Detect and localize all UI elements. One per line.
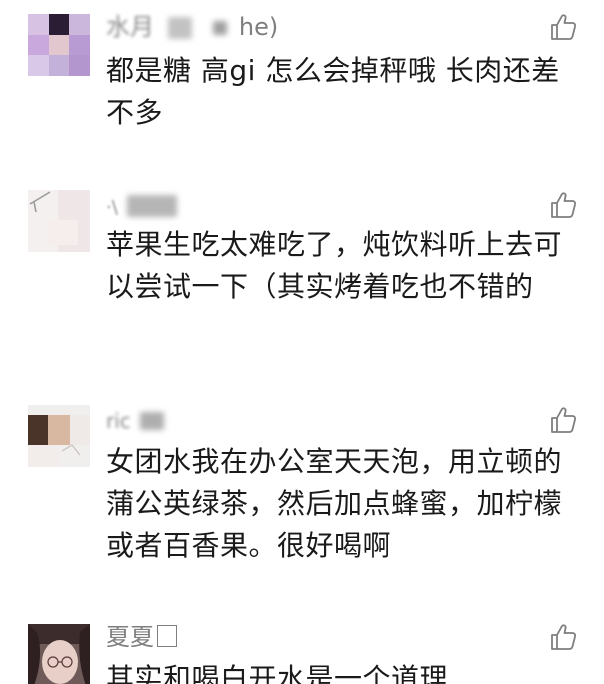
comment-text: 女团水我在办公室天天泡，用立顿的蒲公英绿茶，然后加点蜂蜜，加柠檬或者百香果。很好…: [106, 445, 563, 562]
avatar[interactable]: [28, 190, 90, 252]
username-text: 水月: [106, 13, 154, 41]
username-text: ·\: [106, 197, 118, 218]
avatar-image: [28, 405, 90, 467]
username[interactable]: ·\: [106, 190, 178, 223]
thumbs-up-icon: [551, 14, 577, 40]
comment-list: 水月 he) 都是糖 高gi 怎么会掉秤哦 长肉还差不多 ·\ 苹果生吃太难吃了…: [0, 0, 604, 684]
emoji-placeholder-icon: [157, 625, 177, 647]
thumbs-up-icon: [551, 192, 577, 218]
username[interactable]: 夏夏: [106, 622, 177, 652]
avatar[interactable]: [28, 405, 90, 467]
username-suffix: he): [238, 13, 279, 41]
avatar-image: [28, 624, 90, 684]
comment-text: 其实和喝白开水是一个道理: [106, 662, 449, 684]
thumbs-up-icon: [551, 407, 577, 433]
avatar[interactable]: [28, 14, 90, 76]
thumbs-up-icon: [551, 624, 577, 650]
username-redaction: [213, 21, 228, 35]
comment-text: 苹果生吃太难吃了，炖饮料听上去可以尝试一下（其实烤着吃也不错的: [106, 228, 563, 303]
like-button[interactable]: [548, 622, 578, 652]
comment-item: ·\ 苹果生吃太难吃了，炖饮料听上去可以尝试一下（其实烤着吃也不错的: [0, 190, 604, 400]
comment-item: 夏夏 其实和喝白开水是一个道理: [0, 620, 604, 684]
like-button[interactable]: [548, 405, 578, 435]
comment-item: 水月 he) 都是糖 高gi 怎么会掉秤哦 长肉还差不多: [0, 0, 604, 190]
username-text: ric: [106, 409, 131, 433]
username[interactable]: 水月 he): [106, 12, 278, 42]
comment-text: 都是糖 高gi 怎么会掉秤哦 长肉还差不多: [106, 54, 560, 129]
username-redaction: [167, 17, 192, 39]
avatar-image: [28, 190, 90, 252]
username-redaction: [127, 195, 178, 217]
username-text: 夏夏: [106, 623, 154, 651]
avatar-image: [28, 14, 90, 76]
username-redaction: [140, 412, 165, 430]
like-button[interactable]: [548, 12, 578, 42]
like-button[interactable]: [548, 190, 578, 220]
username[interactable]: ric: [106, 405, 165, 436]
avatar[interactable]: [28, 624, 90, 684]
comment-item: ric 女团水我在办公室天天泡，用立顿的蒲公英绿茶，然后加点蜂蜜，加柠檬或者百香…: [0, 405, 604, 615]
